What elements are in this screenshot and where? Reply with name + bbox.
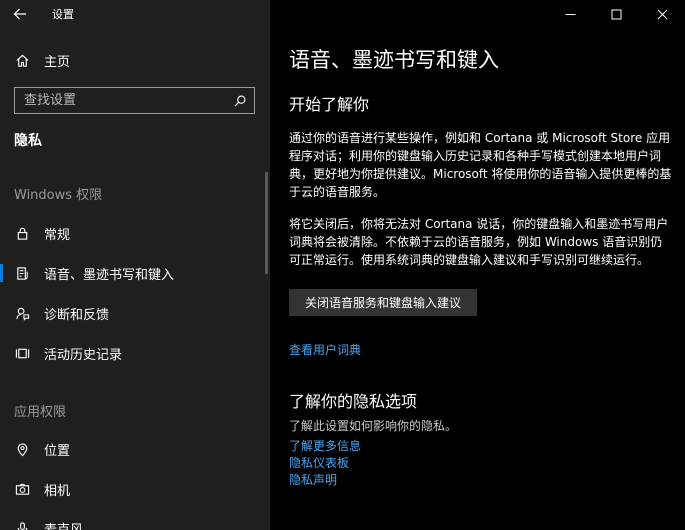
sidebar-item-label: 位置	[44, 443, 71, 459]
close-button[interactable]	[639, 0, 685, 28]
minimize-icon	[565, 13, 575, 15]
sidebar-item-activity-history[interactable]: 活动历史记录	[0, 335, 270, 371]
maximize-icon	[611, 9, 621, 19]
sidebar-scrollbar[interactable]	[265, 172, 268, 274]
group-label-windows: Windows 权限	[14, 188, 103, 203]
app-title: 设置	[52, 8, 74, 21]
section-heading-get-to-know-you: 开始了解你	[289, 95, 370, 114]
section-heading-privacy-options: 了解你的隐私选项	[289, 392, 418, 411]
sidebar-item-label: 活动历史记录	[44, 347, 123, 363]
description-paragraph-1: 通过你的语音进行某些操作，例如和 Cortana 或 Microsoft Sto…	[289, 131, 672, 199]
group-label-app: 应用权限	[14, 405, 67, 420]
description-paragraph-2: 将它关闭后，你将无法对 Cortana 说话，你的键盘输入和墨迹书写用户词典将会…	[289, 217, 669, 267]
title-bar: 设置	[0, 0, 74, 28]
back-arrow-icon	[13, 8, 26, 20]
search-input[interactable]	[15, 93, 226, 108]
view-user-dictionary-link[interactable]: 查看用户词典	[289, 341, 361, 358]
section-title: 隐私	[14, 133, 42, 149]
sidebar-item-speech-inking-typing[interactable]: 语音、墨迹书写和键入	[0, 255, 270, 291]
sidebar-item-label: 相机	[44, 483, 71, 499]
sidebar: 设置 主页 隐私 Windows 权限 常规 语音、墨迹书写和键入 诊断和反馈	[0, 0, 270, 530]
feedback-icon	[0, 306, 44, 321]
sidebar-item-home[interactable]: 主页	[0, 42, 270, 78]
search-icon[interactable]	[226, 95, 254, 107]
minimize-button[interactable]	[547, 0, 593, 28]
lock-icon	[0, 226, 44, 241]
sidebar-item-label: 诊断和反馈	[44, 307, 110, 323]
sidebar-item-general[interactable]: 常规	[0, 215, 270, 251]
learn-more-link[interactable]: 了解更多信息	[289, 437, 361, 454]
page-title: 语音、墨迹书写和键入	[289, 48, 499, 72]
sidebar-item-diagnostics-feedback[interactable]: 诊断和反馈	[0, 295, 270, 331]
home-icon	[0, 53, 44, 68]
sidebar-item-label: 主页	[44, 54, 71, 70]
privacy-statement-link[interactable]: 隐私声明	[289, 471, 337, 488]
turn-off-speech-services-button[interactable]: 关闭语音服务和键盘输入建议	[289, 289, 477, 316]
search-box[interactable]	[14, 87, 255, 114]
camera-icon	[0, 482, 44, 497]
ink-pen-icon	[0, 266, 44, 281]
microphone-icon	[0, 521, 44, 530]
back-button[interactable]	[0, 0, 40, 28]
location-icon	[0, 442, 44, 457]
activity-history-icon	[0, 346, 44, 361]
sidebar-item-label: 语音、墨迹书写和键入	[44, 267, 175, 283]
sidebar-item-location[interactable]: 位置	[0, 431, 270, 467]
sidebar-item-label: 常规	[44, 227, 71, 243]
privacy-options-description: 了解此设置如何影响你的隐私。	[289, 419, 458, 433]
window-controls	[547, 0, 685, 28]
main-content: 语音、墨迹书写和键入 开始了解你 通过你的语音进行某些操作，例如和 Cortan…	[270, 0, 685, 530]
maximize-button[interactable]	[593, 0, 639, 28]
close-icon	[657, 9, 667, 19]
privacy-dashboard-link[interactable]: 隐私仪表板	[289, 454, 349, 471]
sidebar-item-camera[interactable]: 相机	[0, 471, 270, 507]
sidebar-item-microphone[interactable]: 麦克风	[0, 510, 270, 530]
sidebar-item-label: 麦克风	[44, 522, 84, 530]
